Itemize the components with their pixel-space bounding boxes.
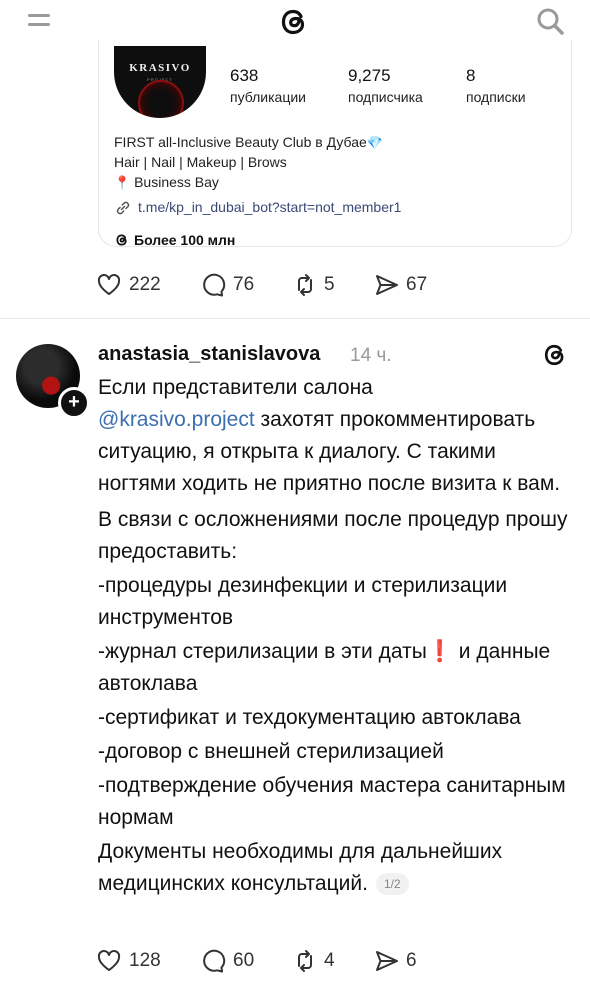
bio-link-text[interactable]: t.me/kp_in_dubai_bot?start=not_member1: [138, 199, 401, 215]
threads-logo-icon[interactable]: [276, 4, 312, 40]
stat-posts-value: 638: [230, 66, 259, 85]
like-count: 222: [129, 274, 161, 295]
repost-count: 4: [324, 950, 335, 971]
bio-line-1: FIRST all-Inclusive Beauty Club в Дубае💎: [114, 132, 383, 153]
post-paragraph-3: -процедуры дезинфекции и стерилизации ин…: [98, 574, 508, 629]
post-timestamp: 14 ч.: [350, 345, 392, 366]
bio-line-3: 📍 Business Bay: [114, 172, 219, 193]
post-p8: Документы необходимы для дальнейших меди…: [98, 840, 503, 895]
post-paragraph-8: Документы необходимы для дальнейших меди…: [98, 836, 578, 900]
followers-badge: Более 100 млн: [114, 230, 314, 250]
share-icon: [376, 951, 398, 971]
heart-icon: [97, 273, 121, 295]
exclamation-icon: ❗: [426, 640, 453, 663]
stat-posts-label: публикации: [230, 89, 306, 105]
search-icon[interactable]: [535, 6, 565, 36]
post-paragraph-7: -подтверждение обучения мастера санитарн…: [98, 774, 566, 829]
share-icon: [376, 275, 398, 295]
post-paragraph-2: В связи с осложнениями после процедур пр…: [98, 508, 568, 563]
follow-plus-button[interactable]: +: [58, 387, 90, 419]
post-body: Если представители салона @krasivo.projec…: [98, 372, 578, 900]
share-count: 6: [406, 950, 417, 971]
post-username[interactable]: anastasia_stanislavova: [98, 343, 320, 366]
repost-icon: [298, 950, 312, 972]
threads-small-icon: [116, 234, 127, 246]
bio-line-3-text: Business Bay: [134, 174, 219, 190]
repost-count: 5: [324, 274, 335, 295]
comment-count: 76: [233, 274, 255, 295]
comment-count: 60: [233, 950, 255, 971]
pin-icon: 📍: [114, 175, 131, 190]
brand-logo-text: KRASIVO: [129, 62, 191, 74]
heart-icon: [97, 949, 121, 971]
bio-link[interactable]: t.me/kp_in_dubai_bot?start=not_member1: [114, 197, 534, 219]
post-paragraph-1: Если представители салона @krasivo.projec…: [98, 372, 578, 500]
brand-logo-ring: [138, 80, 184, 118]
stat-followers-value[interactable]: 9,275: [348, 66, 391, 86]
page-indicator: 1/2: [375, 873, 409, 896]
bio-line-2: Hair | Nail | Makeup | Brows: [114, 154, 287, 170]
post2-actions: 128 60 4 6: [96, 946, 556, 976]
mention-link[interactable]: @krasivo.project: [98, 408, 255, 431]
stat-following-label[interactable]: подписки: [466, 89, 526, 105]
hamburger-icon[interactable]: [28, 10, 52, 30]
comment-icon: [203, 949, 226, 973]
stat-followers-label[interactable]: подписчика: [348, 89, 423, 105]
post-paragraph-6: -договор с внешней стерилизацией: [98, 740, 444, 763]
gem-icon: 💎: [366, 135, 383, 150]
post-p4-a: -журнал стерилизации в эти даты: [98, 640, 427, 663]
post1-actions: 222 76 5 67: [96, 270, 556, 300]
post-p1-a: Если представители салона: [98, 376, 373, 399]
like-count: 128: [129, 950, 161, 971]
post-divider: [0, 318, 590, 319]
threads-logo-icon[interactable]: [540, 340, 570, 370]
stat-following-value[interactable]: 8: [466, 66, 475, 86]
followers-count-text: Более 100 млн: [134, 232, 236, 248]
share-count: 67: [406, 274, 428, 295]
comment-icon: [203, 273, 226, 297]
post-paragraph-5: -сертификат и техдокументацию автоклава: [98, 706, 521, 729]
post-paragraph-4: -журнал стерилизации в эти даты❗ и данны…: [98, 636, 578, 700]
repost-icon: [298, 274, 312, 296]
bio-line-1-text: FIRST all-Inclusive Beauty Club в Дубае: [114, 134, 367, 150]
link-icon: [116, 201, 130, 215]
